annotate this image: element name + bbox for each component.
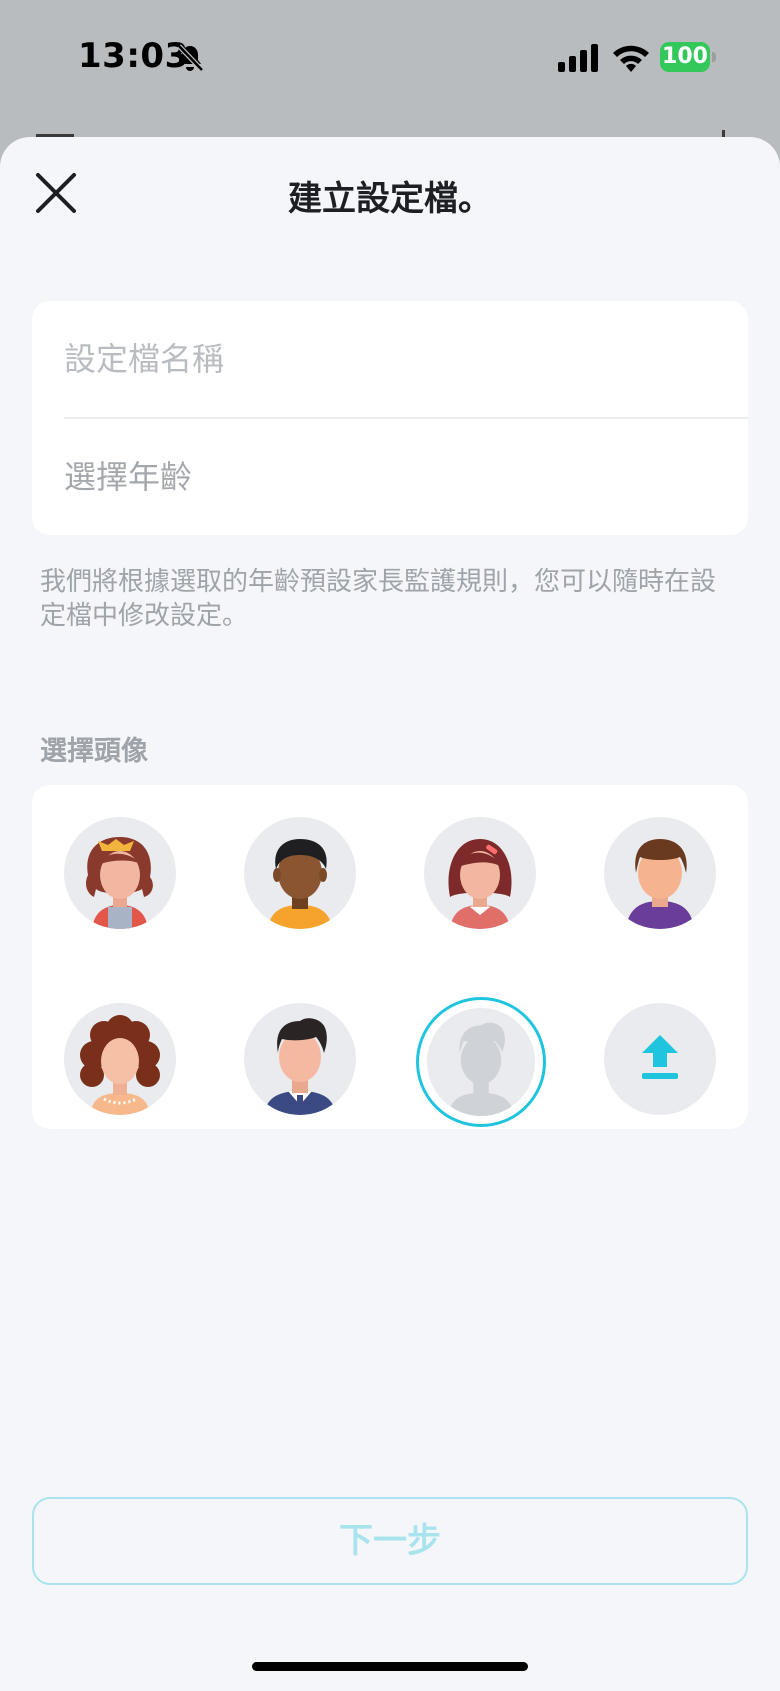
default-silhouette-avatar-icon xyxy=(448,1022,514,1116)
cellular-signal-icon xyxy=(558,44,598,72)
avatar-woman-curly[interactable] xyxy=(64,1003,176,1115)
avatar-man-suit[interactable] xyxy=(244,1003,356,1115)
next-button[interactable]: 下一步 xyxy=(32,1497,748,1585)
girl-hairclip-avatar-icon xyxy=(448,839,512,929)
avatar-boy-hoodie[interactable] xyxy=(604,817,716,929)
boy-dark-skin-avatar-icon xyxy=(268,839,332,929)
avatar-section-label: 選擇頭像 xyxy=(40,736,148,767)
man-suit-avatar-icon xyxy=(264,1018,336,1115)
age-hint-text: 我們將根據選取的年齡預設家長監護規則，您可以隨時在設定檔中修改設定。 xyxy=(40,567,717,631)
girl-bow-avatar-icon xyxy=(86,837,153,929)
battery-level: 100 xyxy=(660,42,710,72)
status-bar: 13:03 100 xyxy=(0,0,780,120)
profile-name-field[interactable]: 設定檔名稱 xyxy=(64,301,748,417)
battery-icon: 100 xyxy=(660,42,716,72)
avatar-boy-dark-skin[interactable] xyxy=(244,817,356,929)
status-time: 13:03 xyxy=(78,36,189,76)
upload-icon xyxy=(642,1035,678,1079)
page-title: 建立設定檔。 xyxy=(288,179,492,219)
age-select-field[interactable]: 選擇年齡 xyxy=(64,419,748,535)
home-indicator xyxy=(252,1662,528,1671)
avatar-girl-hairclip[interactable] xyxy=(424,817,536,929)
avatar-grid xyxy=(32,785,748,1129)
avatar-upload[interactable] xyxy=(604,1003,716,1115)
boy-hoodie-avatar-icon xyxy=(626,839,694,929)
avatar-default-silhouette[interactable] xyxy=(416,997,546,1127)
create-profile-sheet: 建立設定檔。 設定檔名稱 選擇年齡 我們將根據選取的年齡預設家長監護規則，您可以… xyxy=(0,137,780,1691)
avatar-girl-bow[interactable] xyxy=(64,817,176,929)
woman-curly-avatar-icon xyxy=(80,1015,160,1115)
wifi-icon xyxy=(613,45,649,72)
bell-muted-icon xyxy=(177,44,204,72)
profile-form-card: 設定檔名稱 選擇年齡 xyxy=(32,301,748,535)
